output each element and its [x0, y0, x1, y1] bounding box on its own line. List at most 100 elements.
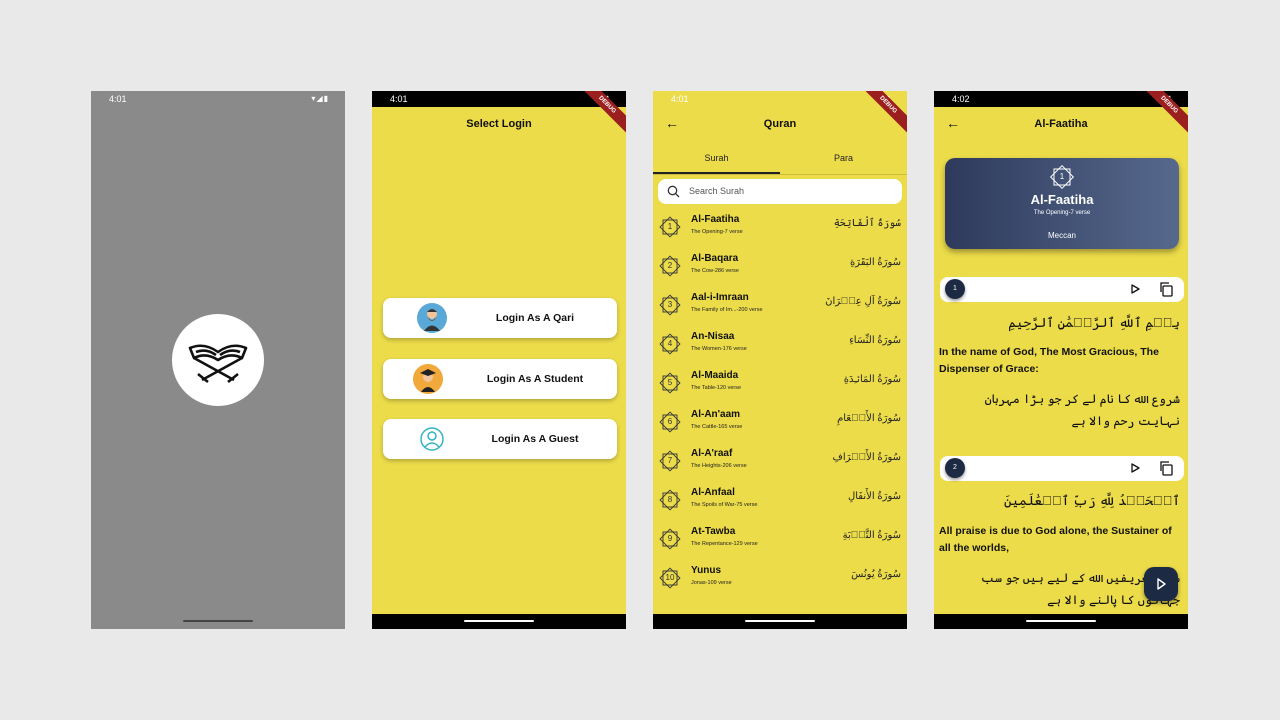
surah-number: 1 [667, 222, 673, 231]
surah-subtitle: The Repentance-129 verse [691, 541, 758, 547]
status-bar: 4:01 ▾◢▮ [91, 91, 345, 107]
surah-arabic-name: سُورَةُ التَّوۡبَةِ [842, 530, 901, 541]
surah-number: 7 [667, 456, 673, 465]
tab-bar: Surah Para [653, 148, 907, 175]
surah-row[interactable]: 5 Al-Maaida The Table-120 verse سُورَةُ الم… [653, 366, 907, 405]
quran-list-screen: 4:01 ▾◢▮ DEBUG ← Quran Surah Para Search… [653, 91, 907, 629]
surah-subtitle: The Spoils of War-75 verse [691, 502, 758, 508]
surah-name: Al-Baqara [691, 253, 739, 264]
surah-row[interactable]: 1 Al-Faatiha The Opening-7 verse سُورَةُ ٱل… [653, 210, 907, 249]
surah-arabic-name: سُورَةُ آلِ عِمۡرَانَ [825, 296, 901, 307]
search-placeholder: Search Surah [689, 186, 745, 196]
splash-screen: 4:01 ▾◢▮ [91, 91, 345, 629]
surah-header-card: 1 Al-Faatiha The Opening-7 verse Meccan [945, 158, 1179, 249]
surah-subtitle: The Family of Im...-200 verse [691, 307, 763, 313]
surah-row[interactable]: 8 Al-Anfaal The Spoils of War-75 verse سُور… [653, 483, 907, 522]
surah-subtitle: The Opening-7 verse [691, 229, 743, 235]
surah-row[interactable]: 6 Al-An'aam The Cattle-165 verse سُورَةُ ال… [653, 405, 907, 444]
surah-number: 3 [667, 300, 673, 309]
surah-number: 10 [665, 573, 675, 582]
play-icon [1157, 578, 1166, 590]
status-time: 4:01 [109, 94, 127, 104]
surah-row[interactable]: 2 Al-Baqara The Cow-286 verse سُورَةُ البَق… [653, 249, 907, 288]
surah-row[interactable]: 9 At-Tawba The Repentance-129 verse سُورَةُ… [653, 522, 907, 561]
surah-number: 4 [667, 339, 673, 348]
surah-arabic-name: سُورَةُ يُونُسَ [851, 569, 901, 580]
surah-arabic-name: سُورَةُ الأَنفَالِ [847, 491, 901, 502]
status-time: 4:01 [671, 94, 689, 104]
surah-number: 9 [667, 534, 673, 543]
verse-arabic: ٱلۡحَمۡدُ لِلَّهِ رَبِّ ٱلۡعَٰلَمِينَ [1004, 493, 1180, 508]
nav-bar [653, 614, 907, 629]
page-title: Al-Faatiha [1034, 118, 1088, 130]
play-icon[interactable] [1128, 282, 1142, 296]
surah-name: Aal-i-Imraan [691, 292, 749, 303]
login-screen: 4:01 ▾◢▮ DEBUG Select Login Login As A Q… [372, 91, 626, 629]
surah-arabic-name: سُورَةُ الأَعۡرَافِ [832, 452, 901, 463]
verse-english: In the name of God, The Most Gracious, T… [939, 346, 1159, 375]
surah-row[interactable]: 7 Al-A'raaf The Heights-206 verse سُورَةُ ا… [653, 444, 907, 483]
page-title: Select Login [466, 118, 532, 130]
verse-urdu: شروع الله کا نام لے کر جو بڑا مہربان نہا… [984, 392, 1180, 428]
surah-name: Al-Anfaal [691, 487, 735, 498]
qari-avatar-icon [417, 303, 447, 333]
home-indicator[interactable] [1026, 620, 1096, 622]
surah-number: 2 [667, 261, 673, 270]
page-title: Quran [763, 118, 797, 130]
surah-number: 1 [1059, 172, 1065, 181]
surah-row[interactable]: 3 Aal-i-Imraan The Family of Im...-200 ver… [653, 288, 907, 327]
status-time: 4:01 [390, 94, 408, 104]
copy-icon[interactable] [1158, 460, 1174, 476]
home-indicator[interactable] [745, 620, 815, 622]
nav-bar [934, 614, 1188, 629]
play-all-button[interactable] [1144, 567, 1178, 601]
surah-arabic-name: سُورَةُ النِّسَاءِ [849, 335, 901, 346]
student-avatar-icon [413, 364, 443, 394]
tab-surah[interactable]: Surah [653, 153, 780, 163]
verse-english: All praise is due to God alone, the Sust… [939, 525, 1172, 554]
login-qari-button[interactable]: Login As A Qari [383, 298, 617, 338]
verse-toolbar: 2 [940, 456, 1184, 481]
guest-user-icon [417, 424, 447, 454]
surah-name: An-Nisaa [691, 331, 735, 342]
surah-subtitle: The Heights-206 verse [691, 463, 747, 469]
surah-arabic-name: سُورَةُ ٱلْفَاتِحَةِ [833, 218, 901, 229]
login-button-label: Login As A Guest [491, 433, 579, 445]
surah-subtitle: The Cow-286 verse [691, 268, 739, 274]
search-icon [667, 185, 680, 198]
surah-number: 8 [667, 495, 673, 504]
status-time: 4:02 [952, 94, 970, 104]
search-input[interactable]: Search Surah [658, 179, 902, 204]
surah-number: 5 [667, 378, 673, 387]
verse-toolbar: 1 [940, 277, 1184, 302]
surah-name: At-Tawba [691, 526, 736, 537]
surah-arabic-name: سُورَةُ الأَنۡعَامِ [837, 413, 901, 424]
home-indicator[interactable] [464, 620, 534, 622]
home-indicator[interactable] [183, 620, 253, 622]
surah-name: Yunus [691, 565, 722, 576]
verse-arabic: بِسۡمِ ٱللَّهِ ٱلرَّحۡمَٰنِ ٱلرَّحِيمِ [1008, 315, 1180, 330]
verse-number-badge: 1 [945, 279, 965, 299]
revelation-place: Meccan [1047, 231, 1076, 240]
login-student-button[interactable]: Login As A Student [383, 359, 617, 399]
surah-subtitle: The Cattle-165 verse [691, 424, 743, 430]
surah-subtitle: Jonas-109 verse [691, 580, 732, 586]
surah-subtitle: The Table-120 verse [691, 385, 742, 391]
login-button-label: Login As A Qari [495, 312, 575, 324]
surah-arabic-name: سُورَةُ المَائـِدَةِ [843, 374, 901, 385]
surah-name: Al-An'aam [691, 409, 741, 420]
surah-detail-screen: 4:02 ▾◢▮ DEBUG ← Al-Faatiha 1 Al-Faatiha… [934, 91, 1188, 629]
surah-name: Al-Faatiha [691, 214, 740, 225]
app-logo [172, 314, 264, 406]
login-button-label: Login As A Student [486, 373, 584, 385]
surah-row[interactable]: 4 An-Nisaa The Women-176 verse سُورَةُ النِ… [653, 327, 907, 366]
surah-subtitle: The Women-176 verse [691, 346, 747, 352]
verse-number-badge: 2 [945, 458, 965, 478]
nav-bar [372, 614, 626, 629]
tab-para[interactable]: Para [780, 153, 907, 163]
play-icon[interactable] [1128, 461, 1142, 475]
copy-icon[interactable] [1158, 281, 1174, 297]
surah-name: Al-Maaida [691, 370, 739, 381]
login-guest-button[interactable]: Login As A Guest [383, 419, 617, 459]
surah-row[interactable]: 10 Yunus Jonas-109 verse سُورَةُ يُونُسَ [653, 561, 907, 600]
